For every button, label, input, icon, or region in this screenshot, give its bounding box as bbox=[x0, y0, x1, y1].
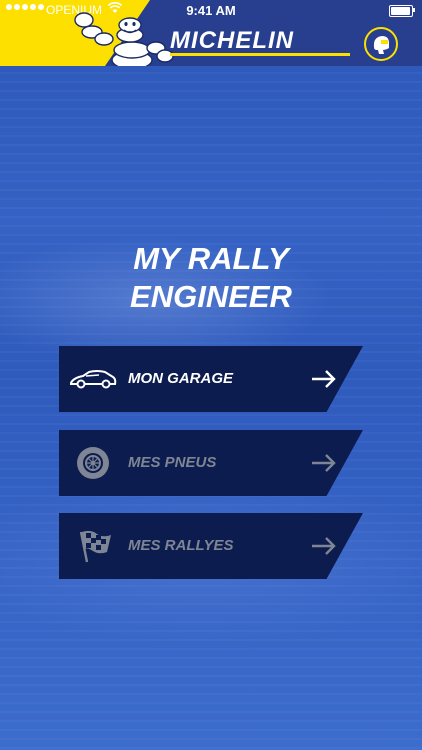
mes-rallyes-button[interactable]: MES RALLYES bbox=[59, 513, 363, 579]
arrow-right-icon bbox=[312, 454, 336, 472]
mes-pneus-label: MES PNEUS bbox=[128, 454, 217, 471]
battery-icon bbox=[389, 5, 413, 17]
tire-icon bbox=[77, 447, 109, 479]
profile-button[interactable] bbox=[364, 27, 398, 61]
rally-driver-helmet-icon bbox=[373, 36, 389, 54]
title-line-1: MY RALLY bbox=[133, 241, 289, 276]
status-bar: OPENIUM 9:41 AM bbox=[0, 0, 422, 20]
michelin-man-icon bbox=[74, 12, 174, 66]
car-icon bbox=[70, 370, 117, 389]
arrow-right-icon bbox=[312, 370, 336, 388]
brand-logo: MICHELIN bbox=[170, 27, 294, 54]
page-title: MY RALLY ENGINEER bbox=[0, 240, 422, 316]
mon-garage-label: MON GARAGE bbox=[128, 370, 233, 387]
mes-rallyes-label: MES RALLYES bbox=[128, 537, 234, 554]
brand-underline bbox=[170, 53, 350, 56]
title-line-2: ENGINEER bbox=[130, 279, 292, 314]
battery-tip bbox=[413, 8, 415, 12]
app-header: OPENIUM 9:41 AM MICHELIN bbox=[0, 0, 422, 66]
checkered-flag-icon bbox=[79, 530, 111, 563]
status-time: 9:41 AM bbox=[186, 3, 236, 18]
mes-pneus-button[interactable]: MES PNEUS bbox=[59, 430, 363, 496]
mon-garage-button[interactable]: MON GARAGE bbox=[59, 346, 363, 412]
arrow-right-icon bbox=[312, 537, 336, 555]
